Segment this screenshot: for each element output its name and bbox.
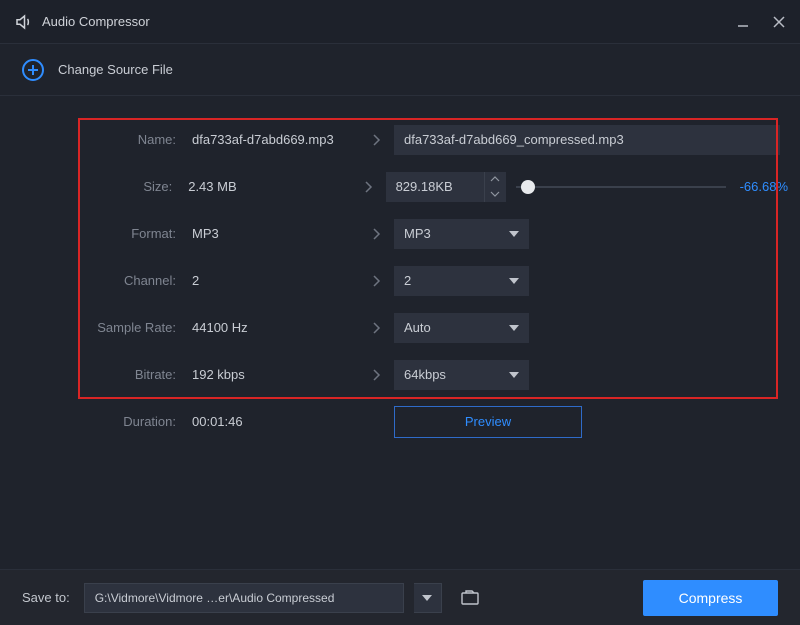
label-name: Name: [12,132,188,147]
duration-value: 00:01:46 [188,414,358,429]
main-form: Name: dfa733af-d7abd669.mp3 Size: 2.43 M… [0,96,800,569]
label-size: Size: [12,179,184,194]
bitrate-select[interactable]: 64kbps [394,360,529,390]
row-format: Format: MP3 MP3 [12,210,788,257]
titlebar: Audio Compressor [0,0,800,44]
label-format: Format: [12,226,188,241]
window-controls [736,15,786,29]
source-name-value: dfa733af-d7abd669.mp3 [188,132,358,147]
size-reduction-percent: -66.68% [740,179,788,194]
format-select-value: MP3 [404,226,431,241]
window-title: Audio Compressor [42,14,736,29]
save-to-label: Save to: [22,590,70,605]
chevron-right-icon [358,227,394,241]
change-source-file-link[interactable]: Change Source File [58,62,173,77]
channel-select[interactable]: 2 [394,266,529,296]
row-name: Name: dfa733af-d7abd669.mp3 [12,116,788,163]
save-path-dropdown[interactable] [414,583,442,613]
label-duration: Duration: [12,414,188,429]
source-row: Change Source File [0,44,800,96]
bottombar: Save to: G:\Vidmore\Vidmore …er\Audio Co… [0,569,800,625]
source-format-value: MP3 [188,226,358,241]
row-channel: Channel: 2 2 [12,257,788,304]
source-bitrate-value: 192 kbps [188,367,358,382]
source-sample-rate-value: 44100 Hz [188,320,358,335]
preview-button[interactable]: Preview [394,406,582,438]
chevron-right-icon [358,321,394,335]
format-select[interactable]: MP3 [394,219,529,249]
sample-rate-select[interactable]: Auto [394,313,529,343]
save-path-display[interactable]: G:\Vidmore\Vidmore …er\Audio Compressed [84,583,404,613]
source-channel-value: 2 [188,273,358,288]
add-source-icon[interactable] [22,59,44,81]
label-channel: Channel: [12,273,188,288]
chevron-right-icon [358,274,394,288]
output-size-stepper[interactable] [386,172,506,202]
chevron-right-icon [358,133,394,147]
minimize-button[interactable] [736,15,750,29]
label-bitrate: Bitrate: [12,367,188,382]
open-folder-button[interactable] [456,583,486,613]
app-audio-icon [14,13,32,31]
label-sample-rate: Sample Rate: [12,320,188,335]
size-slider[interactable] [516,177,726,197]
size-step-down[interactable] [485,187,506,202]
bitrate-select-value: 64kbps [404,367,446,382]
output-name-input[interactable] [394,125,780,155]
output-size-input[interactable] [386,179,484,194]
source-size-value: 2.43 MB [184,179,350,194]
row-bitrate: Bitrate: 192 kbps 64kbps [12,351,788,398]
row-size: Size: 2.43 MB -66.68% [12,163,788,210]
row-duration: Duration: 00:01:46 Preview [12,398,788,445]
chevron-right-icon [358,368,394,382]
sample-rate-select-value: Auto [404,320,431,335]
compress-button[interactable]: Compress [643,580,778,616]
chevron-right-icon [350,180,385,194]
size-step-up[interactable] [485,172,506,187]
channel-select-value: 2 [404,273,411,288]
close-button[interactable] [772,15,786,29]
row-sample-rate: Sample Rate: 44100 Hz Auto [12,304,788,351]
